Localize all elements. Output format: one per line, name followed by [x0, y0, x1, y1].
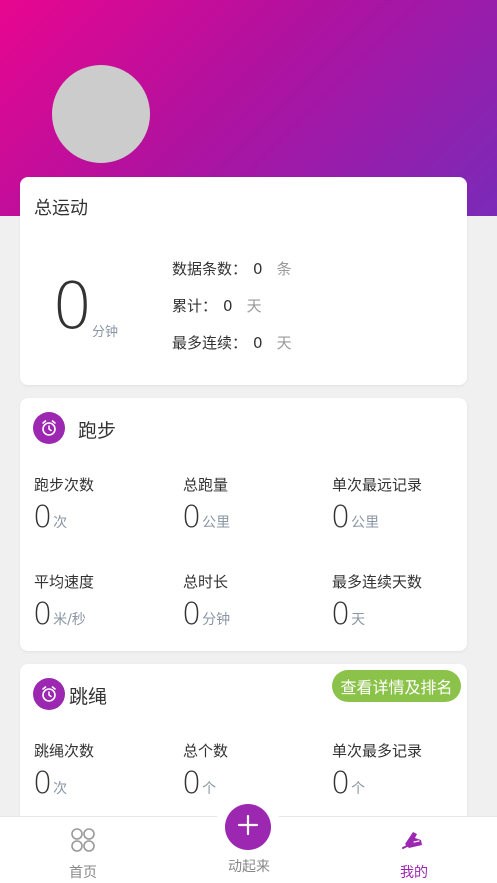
metric-label: 总个数 — [183, 742, 229, 760]
running-title: 跑步 — [78, 420, 117, 442]
metric-value: 0天 — [331, 600, 365, 630]
alarm-clock-icon — [33, 678, 65, 710]
total-minutes-value: 0 — [52, 270, 93, 344]
metric-label: 平均速度 — [34, 573, 95, 591]
metric-number: 0 — [182, 766, 202, 801]
alarm-clock-icon — [33, 412, 65, 444]
metric-label: 总跑量 — [183, 476, 229, 494]
metric-value: 0次 — [33, 769, 67, 799]
metric-unit: 个 — [351, 781, 366, 797]
metric-number: 0 — [331, 500, 351, 535]
stat-cumulative: 累计： 0 天 — [172, 295, 262, 316]
metric-label: 最多连续天数 — [332, 573, 423, 591]
metric-unit: 次 — [53, 781, 68, 797]
stat-records: 数据条数： 0 条 — [172, 258, 292, 279]
plus-icon — [237, 814, 259, 840]
metric-value: 0次 — [33, 503, 67, 533]
stat-streak: 最多连续： 0 天 — [172, 332, 292, 353]
metric-unit: 次 — [53, 515, 68, 531]
metric-unit: 分钟 — [202, 612, 231, 628]
metric-label: 单次最多记录 — [332, 742, 423, 760]
metric-unit: 公里 — [202, 515, 231, 531]
metric-value: 0米/秒 — [33, 600, 86, 630]
stat-cumulative-label: 累计： — [172, 297, 218, 315]
stat-cumulative-unit: 天 — [246, 297, 262, 315]
metric-number: 0 — [182, 500, 202, 535]
metric-label: 跑步次数 — [34, 476, 95, 494]
tab-center-label[interactable]: 动起来 — [226, 856, 272, 876]
stat-streak-label: 最多连续： — [172, 334, 248, 352]
stat-records-unit: 条 — [276, 260, 292, 278]
metric-number: 0 — [33, 597, 53, 632]
metric-unit: 公里 — [351, 515, 380, 531]
start-exercise-button[interactable] — [225, 804, 271, 850]
stat-cumulative-value: 0 — [223, 297, 233, 315]
tab-mine[interactable]: 我的 — [393, 826, 435, 882]
tab-home[interactable]: 首页 — [60, 826, 106, 882]
stat-streak-unit: 天 — [276, 334, 292, 352]
metric-unit: 米/秒 — [53, 612, 86, 628]
metric-value: 0分钟 — [182, 600, 230, 630]
metric-unit: 个 — [202, 781, 217, 797]
total-minutes-unit: 分钟 — [92, 325, 119, 340]
tab-mine-label: 我的 — [400, 865, 428, 881]
metric-value: 0个 — [331, 769, 365, 799]
avatar[interactable] — [52, 65, 150, 163]
tab-home-label: 首页 — [69, 865, 97, 881]
profile-page: 总运动 0 分钟 数据条数： 0 条 累计： 0 天 最多连续： 0 天 跑步 跑步次数 0… — [0, 0, 497, 883]
metric-number: 0 — [331, 597, 351, 632]
summary-title: 总运动 — [34, 198, 88, 219]
sneaker-icon — [400, 826, 428, 858]
rope-title: 跳绳 — [69, 686, 108, 708]
metric-number: 0 — [182, 597, 202, 632]
stat-streak-value: 0 — [253, 334, 263, 352]
metric-number: 0 — [331, 766, 351, 801]
metric-value: 0公里 — [182, 503, 230, 533]
metric-label: 单次最远记录 — [332, 476, 423, 494]
stat-records-value: 0 — [253, 260, 263, 278]
metric-value: 0公里 — [331, 503, 379, 533]
metric-number: 0 — [33, 766, 53, 801]
grid-icon — [69, 826, 97, 858]
metric-value: 0个 — [182, 769, 216, 799]
metric-label: 总时长 — [183, 573, 229, 591]
metric-label: 跳绳次数 — [34, 742, 95, 760]
stat-records-label: 数据条数： — [172, 260, 248, 278]
view-details-button[interactable]: 查看详情及排名 — [332, 670, 461, 702]
metric-unit: 天 — [351, 612, 366, 628]
metric-number: 0 — [33, 500, 53, 535]
